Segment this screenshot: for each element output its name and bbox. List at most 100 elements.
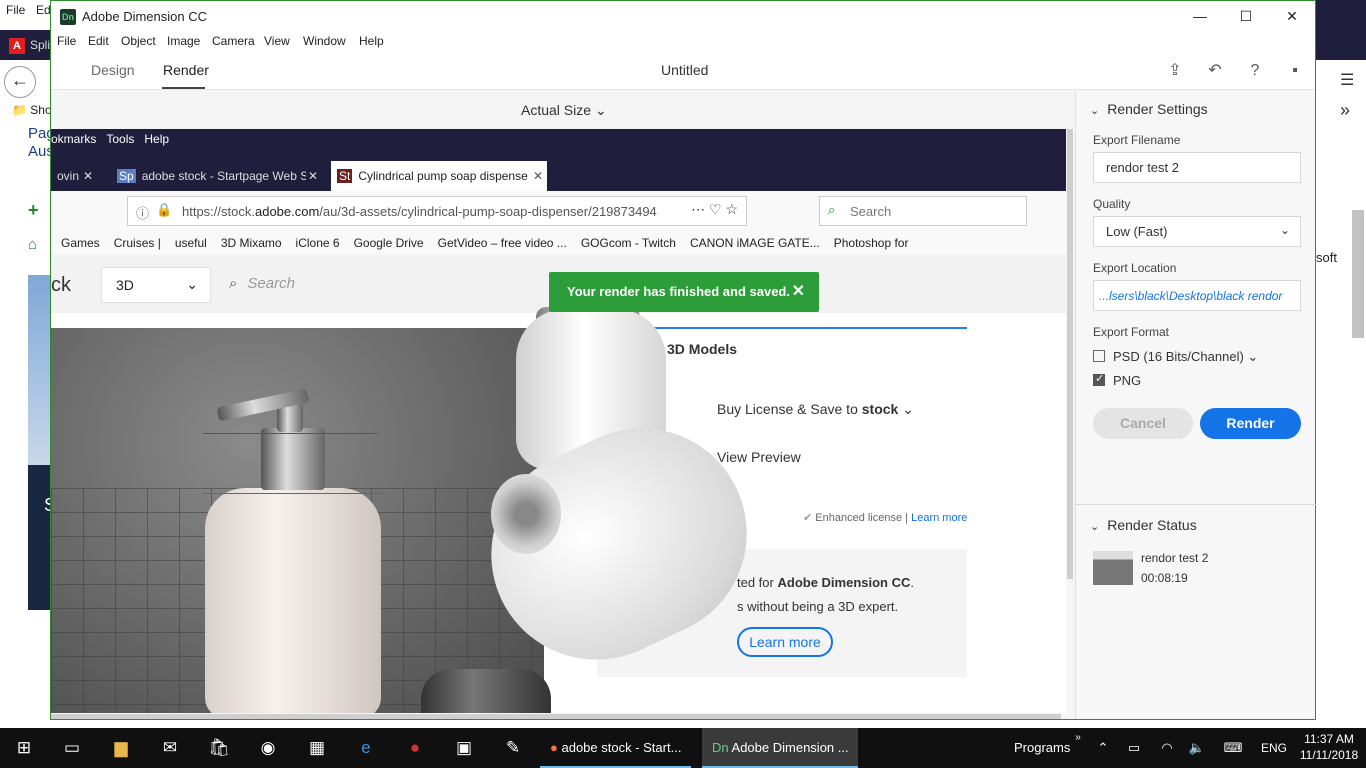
menu-image[interactable]: Image [167,34,200,48]
render-settings-panel: ⌄ Render Settings Export Filename rendor … [1075,91,1316,719]
embedded-learn-more-button: Learn more [737,627,833,657]
taskbar-dimension[interactable]: Dn Adobe Dimension ... [702,728,858,768]
mode-bar: Design Render Untitled ⇪ ↶ ? ▪ [51,52,1315,90]
mail-icon[interactable]: ✉ [146,728,194,768]
maximize-button[interactable]: ☐ [1223,1,1269,32]
menu-window[interactable]: Window [303,34,346,48]
chevron-down-icon: ⌄ [186,276,198,292]
dimension-app-icon: Dn [60,9,76,25]
help-icon[interactable]: ? [1245,61,1265,81]
canvas-horizontal-scrollbar[interactable] [51,714,1061,719]
battery-icon[interactable]: ▭ [1124,728,1144,768]
render-settings-header[interactable]: ⌄ Render Settings [1090,101,1208,117]
render-canvas[interactable]: okmarks Tools Help ovin ✕ Sp adobe stock - … [51,129,1066,713]
active-tab-indicator [162,87,205,89]
wifi-icon[interactable]: ◠ [1156,728,1178,768]
minimize-button[interactable]: — [1177,1,1223,32]
menu-camera[interactable]: Camera [212,34,255,48]
embedded-search-field: ⌕ Search [819,196,1027,226]
psd-format-checkbox[interactable]: PSD (16 Bits/Channel) ⌄ [1093,349,1258,365]
paint-icon[interactable]: ✎ [489,728,537,768]
background-menu-edit[interactable]: Ed [36,3,51,17]
adobe-logo-icon: A [9,38,25,54]
windows-start-icon[interactable]: ⊞ [0,728,48,768]
render-thumbnail[interactable] [1093,551,1133,585]
bottle-opening [491,474,561,554]
embedded-tab: Sp adobe stock - Startpage Web S [117,169,306,183]
home-icon[interactable]: ⌂ [28,236,37,253]
close-icon[interactable]: ✕ [792,281,805,301]
embedded-enhanced-license: ✔ Enhanced license | Learn more [803,512,968,524]
page-actions-icon: ⋯ ♡ ☆ [691,201,738,217]
menu-view[interactable]: View [264,34,290,48]
canvas-vertical-scrollbar[interactable] [1067,129,1073,579]
tab-design[interactable]: Design [91,62,135,78]
png-format-checkbox[interactable]: PNG [1093,372,1141,388]
title-bar[interactable]: Dn Adobe Dimension CC — ☐ ✕ [51,1,1315,32]
game-app-icon[interactable]: ● [391,728,439,768]
export-location-field[interactable]: ...lsers\black\Desktop\black rendor [1093,280,1301,311]
embedded-browser-header: okmarks Tools Help ovin ✕ Sp adobe stock - … [51,129,1066,191]
plus-icon[interactable]: + [28,200,39,221]
checkbox-unchecked [1093,350,1105,362]
show-hidden-icons-icon[interactable]: ⌃ [1094,728,1112,768]
photos-icon[interactable]: ▣ [440,728,488,768]
clock[interactable]: 11:37 AM 11/11/2018 [1296,731,1362,763]
render-item-name: rendor test 2 [1141,551,1209,565]
menu-edit[interactable]: Edit [88,34,109,48]
menu-object[interactable]: Object [121,34,156,48]
task-view-icon[interactable]: ▭ [48,728,96,768]
back-button[interactable] [4,66,36,98]
chevron-down-icon: ⌄ [1090,105,1100,117]
volume-icon[interactable]: 🔈 [1186,728,1208,768]
render-status-header[interactable]: ⌄ Render Status [1090,517,1197,533]
background-image [28,275,52,465]
export-filename-input[interactable]: rendor test 2 [1093,152,1301,183]
language-indicator[interactable]: ENG [1261,728,1287,768]
unreal-engine-icon[interactable]: ◉ [244,728,292,768]
embedded-bookmarks-bar: Games Cruises | useful 3D Mixamo iClone 6 Goo… [51,231,1066,255]
info-icon: ⓘ [136,206,150,221]
zoom-dropdown[interactable]: Actual Size ⌄ [521,102,607,119]
double-chevron-icon[interactable]: » [1340,100,1350,121]
keyboard-icon[interactable]: ⌨ [1220,728,1246,768]
menu-help[interactable]: Help [359,34,384,48]
edge-browser-icon[interactable]: e [342,728,390,768]
background-dark-panel: S [28,465,56,610]
dimension-icon: Dn [712,740,729,755]
close-button[interactable]: ✕ [1269,1,1315,32]
calendar-icon[interactable]: ▦ [293,728,341,768]
tab-render[interactable]: Render [163,62,209,78]
feedback-icon[interactable]: ▪ [1285,61,1305,81]
menu-file[interactable]: File [57,34,76,48]
render-scene [51,328,544,713]
file-explorer-icon[interactable]: ▆ [97,728,145,768]
background-tab-label[interactable]: Spli [30,38,50,52]
embedded-category-dropdown: 3D ⌄ [101,267,211,303]
hamburger-menu-icon[interactable]: ☰ [1340,70,1354,90]
stock-favicon-icon: St [337,169,353,183]
chevron-down-icon: ⌄ [1279,223,1290,237]
undo-icon[interactable]: ↶ [1205,61,1225,81]
check-circle-icon: ✔ [803,512,813,524]
background-right-dark [1316,0,1366,60]
background-menu-file[interactable]: File [6,3,25,17]
startpage-favicon-icon: Sp [117,169,136,183]
render-button[interactable]: Render [1200,408,1301,439]
background-bookmark-label[interactable]: 📁 Sho [12,103,52,117]
share-icon[interactable]: ⇪ [1165,61,1185,81]
cancel-button[interactable]: Cancel [1093,408,1193,439]
quality-dropdown[interactable]: Low (Fast) ⌄ [1093,216,1301,247]
taskbar-firefox[interactable]: ● adobe stock - Start... [540,728,692,768]
double-chevron-icon[interactable]: » [1072,728,1084,768]
lock-icon: 🔒 [156,202,173,217]
view-bar: Actual Size ⌄ [51,91,1073,129]
background-scrollbar[interactable] [1352,210,1364,338]
chevron-down-icon[interactable]: ⌄ [1247,349,1258,364]
embedded-url-field: https://stock.adobe.com/au/3d-assets/cyl… [127,196,747,226]
taskbar-programs[interactable]: Programs [1014,728,1070,768]
store-icon[interactable]: 🛍 [195,728,243,768]
chevron-down-icon: ⌄ [1090,521,1100,533]
embedded-menu: okmarks Tools Help [51,132,170,146]
quality-label: Quality [1093,197,1131,211]
